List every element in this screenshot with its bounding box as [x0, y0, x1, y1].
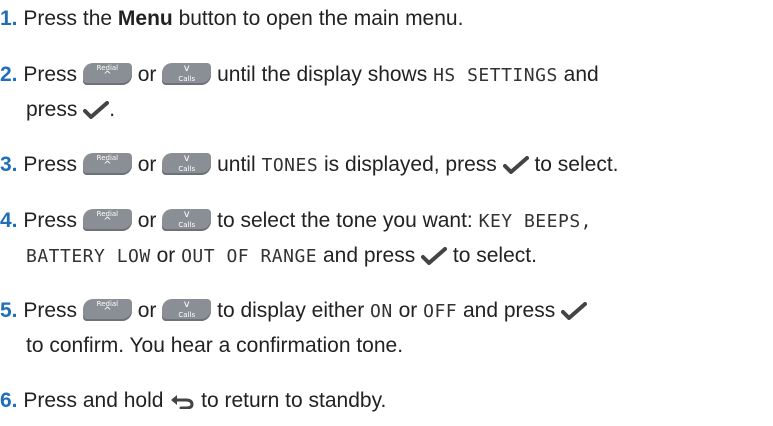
menu-button-name: Menu — [117, 7, 173, 30]
checkmark-icon — [421, 247, 448, 265]
step-text: Press — [23, 153, 78, 176]
calls-down-key-icon: v Calls — [162, 153, 212, 175]
step-text: or — [137, 209, 157, 232]
step-text: and press — [322, 244, 416, 267]
step-text: press — [26, 98, 78, 121]
step-text: to return to standby. — [201, 389, 387, 412]
step-text: Press — [23, 299, 78, 322]
step-text: to select the tone you want: — [217, 209, 473, 232]
step-text: button to open the main menu. — [172, 7, 464, 30]
display-text: OFF — [423, 301, 458, 322]
display-text: BATTERY LOW — [26, 246, 151, 267]
checkmark-icon — [502, 156, 529, 174]
step-text: Press — [23, 209, 78, 232]
step-6: 6. Press and hold to return to standby. — [0, 384, 386, 418]
display-text: HS SETTINGS — [433, 65, 558, 86]
step-text: Press and hold — [23, 389, 164, 412]
step-number: 3. — [0, 153, 18, 176]
step-text: or — [137, 63, 157, 86]
display-text: KEY BEEPS, — [478, 211, 592, 232]
redial-up-key-icon: Redial ^ — [82, 209, 132, 231]
step-text: until — [217, 153, 256, 176]
step-text: and press — [462, 299, 556, 322]
step-number: 5. — [0, 299, 18, 322]
step-text: to display either — [217, 299, 365, 322]
step-number: 4. — [0, 209, 18, 232]
display-text: TONES — [261, 155, 319, 176]
step-1: 1. Press the Menu button to open the mai… — [0, 2, 463, 36]
display-text: OUT OF RANGE — [181, 246, 318, 267]
redial-up-key-icon: Redial ^ — [82, 63, 132, 85]
checkmark-icon — [561, 302, 588, 320]
step-text: or — [398, 299, 418, 322]
step-number: 2. — [0, 63, 18, 86]
checkmark-icon — [83, 101, 110, 119]
calls-down-key-icon: v Calls — [162, 209, 212, 231]
step-number: 1. — [0, 7, 18, 30]
step-text: Press the — [23, 7, 118, 30]
step-3: 3. Press Redial ^ or v Calls until TONES i… — [0, 148, 619, 183]
step-2: 2. Press Redial ^ or v Calls until the dis… — [0, 58, 599, 127]
step-text: to select. — [452, 244, 537, 267]
step-text: . — [109, 98, 116, 121]
instruction-steps: 1. Press the Menu button to open the mai… — [0, 0, 773, 426]
step-text: is displayed, press — [324, 153, 497, 176]
step-text: and — [563, 63, 599, 86]
step-text: Press — [23, 63, 78, 86]
display-text: ON — [370, 301, 393, 322]
step-text: or — [137, 299, 157, 322]
step-5: 5. Press Redial ^ or v Calls to display ei… — [0, 294, 588, 363]
step-4: 4. Press Redial ^ or v Calls to select the… — [0, 204, 592, 274]
calls-down-key-icon: v Calls — [162, 299, 212, 321]
step-text: or — [137, 153, 157, 176]
step-text: or — [156, 244, 176, 267]
step-number: 6. — [0, 389, 18, 412]
back-arrow-icon — [171, 395, 194, 409]
step-text: to confirm. You hear a confirmation tone… — [26, 334, 404, 357]
step-text: to select. — [534, 153, 619, 176]
step-text: until the display shows — [217, 63, 428, 86]
redial-up-key-icon: Redial ^ — [82, 299, 132, 321]
calls-down-key-icon: v Calls — [162, 63, 212, 85]
redial-up-key-icon: Redial ^ — [82, 153, 132, 175]
